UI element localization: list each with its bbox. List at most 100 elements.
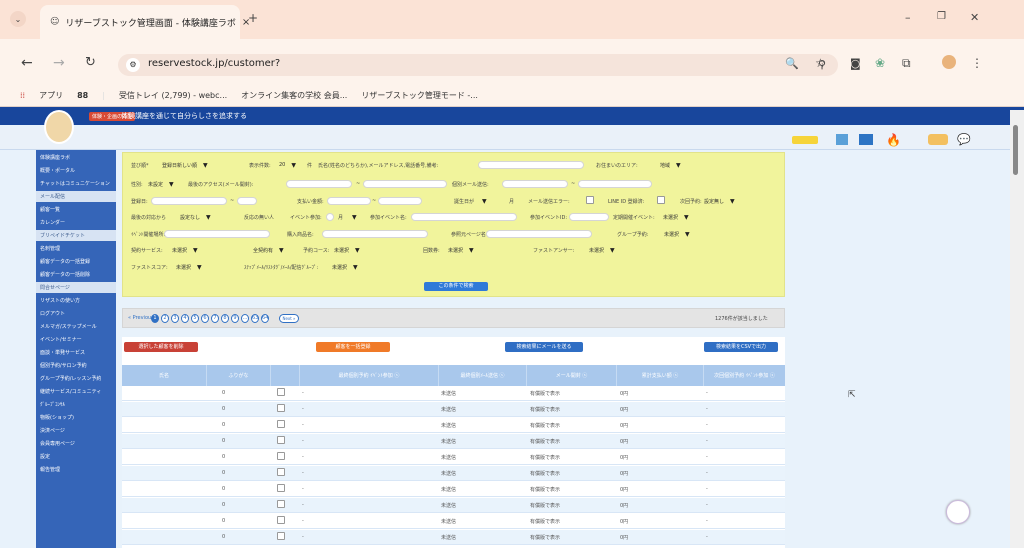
sidebar-item[interactable]: 決済ページ	[36, 425, 116, 436]
site-info-icon[interactable]: ⚙	[126, 58, 140, 72]
contact-from[interactable]	[502, 180, 568, 188]
sidebar-item[interactable]: ｸﾞﾙｰﾌﾟｺﾝｻﾙ	[36, 399, 116, 410]
header-name[interactable]: 氏名	[122, 365, 207, 386]
product-input[interactable]	[322, 230, 428, 238]
close-window-icon[interactable]: ✕	[970, 11, 979, 24]
sidebar-item[interactable]: 個別予約/サロン予約	[36, 360, 116, 371]
gender-select[interactable]: 未設定	[148, 180, 174, 188]
menu-kebab-icon[interactable]: ⋮	[971, 56, 983, 70]
header-furigana[interactable]: ふりがな	[207, 365, 271, 386]
camera-icon[interactable]: ◙	[850, 57, 861, 70]
minimize-icon[interactable]: –	[905, 11, 911, 24]
event-name-input[interactable]	[411, 213, 517, 221]
row-checkbox[interactable]	[277, 468, 285, 476]
table-row[interactable]: 0 - 未送信 有償版で表示 0円 -	[122, 514, 785, 529]
restore-icon[interactable]: ❐	[937, 11, 946, 22]
forward-icon[interactable]: →	[53, 55, 65, 71]
page-number-link[interactable]: 8	[221, 314, 229, 323]
last-access-from[interactable]	[286, 180, 352, 188]
first-answer-select[interactable]: 未選択	[589, 246, 615, 254]
new-tab-icon[interactable]: +	[248, 11, 258, 25]
sidebar-item[interactable]: リザストの使い方	[36, 295, 116, 306]
bulk-register-button[interactable]: 顧客を一括登録	[316, 342, 390, 352]
sidebar-item[interactable]: イベント/セミナー	[36, 334, 116, 345]
payment-from[interactable]	[327, 197, 371, 205]
page-number-link[interactable]: 4	[181, 314, 189, 323]
venue-input[interactable]	[164, 230, 270, 238]
sidebar-item[interactable]: カレンダー	[36, 217, 116, 228]
reload-icon[interactable]: ↻	[85, 55, 96, 70]
sidebar-item[interactable]: 概要・ポータル	[36, 165, 116, 176]
bookmark-apps[interactable]: アプリ	[39, 90, 63, 101]
sidebar-item[interactable]: メール配信	[36, 191, 116, 202]
count-select[interactable]: 20	[279, 161, 296, 169]
header-last-reservation[interactable]: 最終個別予約 ｲﾍﾞﾝﾄ参加 ⓢ	[300, 365, 439, 386]
bookmark-gmail[interactable]: 受信トレイ (2,799) - webc...	[119, 90, 227, 101]
header-total-paid[interactable]: 累計支払い額 ⓢ	[617, 365, 704, 386]
row-checkbox[interactable]	[277, 532, 285, 540]
header-next-reservation[interactable]: 次回個別予約 ｲﾍﾞﾝﾄ参加 ⓢ	[704, 365, 785, 386]
header-bell-icon[interactable]	[928, 134, 948, 145]
all-select[interactable]: 全契約有	[253, 246, 284, 254]
profile-avatar[interactable]	[942, 55, 956, 69]
sort-select[interactable]: 登録日新しい順	[162, 161, 208, 169]
page-input[interactable]	[486, 230, 592, 238]
sidebar-item[interactable]: メルマガ/ステップメール	[36, 321, 116, 332]
birth-select[interactable]	[478, 197, 487, 205]
row-checkbox[interactable]	[277, 388, 285, 396]
header-app-icon[interactable]	[836, 134, 848, 145]
table-row[interactable]: 0 - 未送信 有償版で表示 0円 -	[122, 386, 785, 401]
delete-button[interactable]: 選択した顧客を削除	[124, 342, 198, 352]
table-row[interactable]: 0 - 未送信 有償版で表示 0円 -	[122, 434, 785, 449]
sidebar-item[interactable]: 設定	[36, 451, 116, 462]
area-select[interactable]: 地域	[660, 161, 681, 169]
header-fire-icon[interactable]: 🔥	[886, 133, 901, 147]
prev-page-link[interactable]: « Previous	[128, 315, 154, 321]
row-checkbox[interactable]	[277, 484, 285, 492]
table-row[interactable]: 0 - 未送信 有償版で表示 0円 -	[122, 482, 785, 497]
sidebar-item[interactable]: 顧客一覧	[36, 204, 116, 215]
table-row[interactable]: 0 - 未送信 有償版で表示 0円 -	[122, 530, 785, 545]
page-number-link[interactable]: 7	[211, 314, 219, 323]
event-months-input[interactable]	[326, 213, 334, 221]
reg-to[interactable]	[237, 197, 257, 205]
table-row[interactable]: 0 - 未送信 有償版で表示 0円 -	[122, 466, 785, 481]
sidebar-item[interactable]: 体験講座ラボ	[36, 152, 116, 163]
list-select[interactable]: 未選択	[332, 263, 358, 271]
sidebar-item[interactable]: 問合せページ	[36, 282, 116, 293]
sidebar-item[interactable]: 継続サービス/コミュニティ	[36, 386, 116, 397]
sidebar-item[interactable]: ログアウト	[36, 308, 116, 319]
bookmark-school[interactable]: オンライン集客の学校 会員...	[241, 90, 347, 101]
header-screen-icon[interactable]	[859, 134, 873, 145]
contract-select[interactable]: 未選択	[172, 246, 198, 254]
table-row[interactable]: 0 - 未送信 有償版で表示 0円 -	[122, 450, 785, 465]
grid-icon[interactable]: 88	[77, 91, 88, 100]
scrollbar-thumb[interactable]	[1013, 125, 1018, 175]
row-checkbox[interactable]	[277, 436, 285, 444]
answer-select[interactable]: 未選択	[448, 246, 474, 254]
name-input[interactable]	[478, 161, 584, 169]
bookmark-star-icon[interactable]: ☆	[815, 56, 826, 70]
page-number-link[interactable]: 5	[191, 314, 199, 323]
apps-grid-icon[interactable]: ⁞⁞	[20, 91, 25, 100]
score-select[interactable]: 未選択	[176, 263, 202, 271]
url-text[interactable]: reservestock.jp/customer?	[148, 58, 280, 69]
last-select[interactable]: 設定なし	[180, 213, 211, 221]
row-checkbox[interactable]	[277, 516, 285, 524]
table-row[interactable]: 0 - 未送信 有償版で表示 0円 -	[122, 498, 785, 513]
row-checkbox[interactable]	[277, 452, 285, 460]
next-select[interactable]: 設定無し	[704, 197, 735, 205]
back-icon[interactable]: ←	[21, 55, 33, 71]
row-checkbox[interactable]	[277, 404, 285, 412]
zoom-lens-icon[interactable]: 🔍	[785, 57, 799, 70]
page-number-link[interactable]: ...	[241, 314, 249, 323]
page-scrollbar[interactable]	[1010, 110, 1024, 548]
sidebar-item[interactable]: 物販(ショップ)	[36, 412, 116, 423]
help-avatar-icon[interactable]	[946, 500, 970, 524]
mail-error-checkbox[interactable]	[586, 196, 594, 204]
reg-from[interactable]	[151, 197, 227, 205]
page-number-link[interactable]: 2	[161, 314, 169, 323]
page-number-link[interactable]: 6	[201, 314, 209, 323]
sidebar-item[interactable]: チャットはコミュニケーション	[36, 178, 116, 189]
table-row[interactable]: 0 - 未送信 有償版で表示 0円 -	[122, 418, 785, 433]
